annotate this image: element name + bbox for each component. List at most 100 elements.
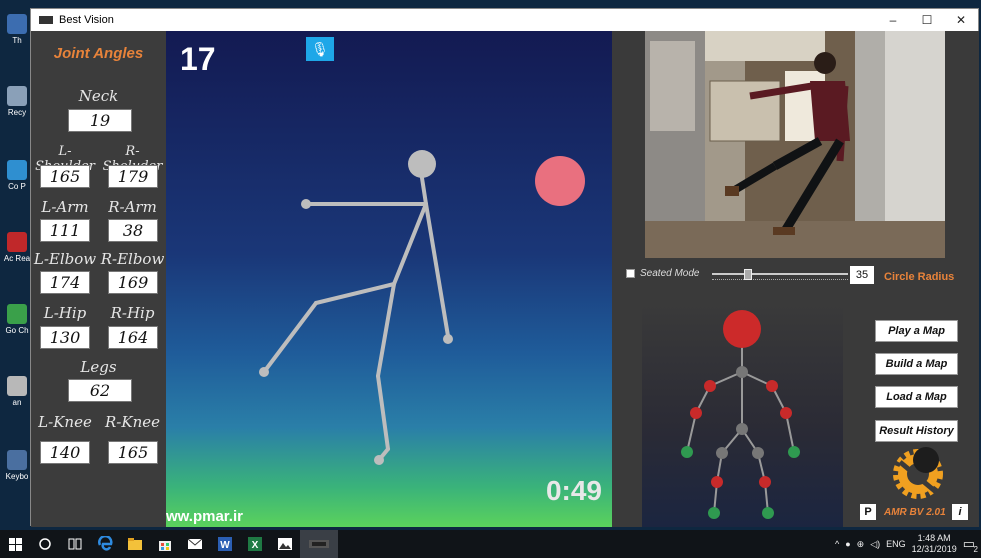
- figure-left-shin: [262, 301, 318, 374]
- desktop-icon-label: Co P: [8, 182, 26, 191]
- right-arm-label: R-Arm: [108, 198, 157, 216]
- skeleton-joint: [752, 447, 764, 459]
- left-knee-label: L-Knee: [38, 413, 92, 431]
- left-shoulder-value: 165: [40, 165, 90, 188]
- file-explorer-icon[interactable]: [120, 530, 150, 558]
- right-shoulder-value: 179: [108, 165, 158, 188]
- shortcut-icon: [7, 160, 27, 180]
- load-map-button[interactable]: Load a Map: [875, 386, 958, 408]
- skeleton-joint: [711, 476, 723, 488]
- taskbar: W X: [0, 530, 981, 558]
- store-icon[interactable]: [150, 530, 180, 558]
- skeleton-joint: [759, 476, 771, 488]
- skeleton-joint: [766, 380, 778, 392]
- notification-icon[interactable]: ▭ 2: [963, 536, 978, 554]
- app-icon: [39, 16, 53, 24]
- photos-icon[interactable]: [270, 530, 300, 558]
- skeleton-joint: [681, 446, 693, 458]
- joint-angles-panel: Joint Angles Neck 19 L-Shoulder R-Sholud…: [31, 31, 166, 527]
- desktop-icon[interactable]: Recy: [2, 86, 32, 117]
- clock[interactable]: 1:48 AM 12/31/2019: [912, 533, 957, 555]
- figure-right-arm: [424, 202, 450, 338]
- game-canvas[interactable]: 17 🎙 0:49 ww.pmar.ir: [166, 31, 612, 527]
- camera-feed: [645, 31, 945, 258]
- excel-icon[interactable]: X: [240, 530, 270, 558]
- desktop-icon[interactable]: Keybo: [2, 450, 32, 481]
- skeleton-joint: [736, 366, 748, 378]
- notification-count: 2: [973, 545, 978, 554]
- figure-left-foot: [259, 367, 269, 377]
- right-knee-label: R-Knee: [105, 413, 160, 431]
- close-button[interactable]: ✕: [944, 9, 978, 31]
- desktop-icon-label: Go Ch: [5, 326, 29, 335]
- clock-time: 1:48 AM: [917, 533, 951, 543]
- skeleton-bones: [686, 329, 795, 514]
- figure-right-hand: [443, 334, 453, 344]
- left-knee-value: 140: [40, 441, 90, 464]
- seated-mode[interactable]: Seated Mode: [626, 268, 700, 279]
- speaker-icon[interactable]: ◁): [870, 539, 880, 550]
- figure-head: [408, 150, 436, 178]
- right-knee-value: 165: [108, 441, 158, 464]
- skeleton-map-panel: [642, 303, 843, 527]
- desktop-icon[interactable]: Co P: [2, 160, 32, 191]
- circle-radius-label: Circle Radius: [884, 271, 955, 283]
- window-title: Best Vision: [59, 14, 114, 26]
- left-hip-label: L-Hip: [43, 304, 87, 322]
- desktop-icon[interactable]: Ac Rea: [2, 232, 32, 263]
- circle-radius-slider[interactable]: [712, 269, 848, 285]
- website-link[interactable]: ww.pmar.ir: [166, 508, 243, 525]
- maximize-button[interactable]: ☐: [910, 9, 944, 31]
- windows-icon[interactable]: [0, 530, 30, 558]
- word-icon[interactable]: W: [210, 530, 240, 558]
- legs-label: Legs: [80, 358, 117, 376]
- legs-value: 62: [68, 379, 132, 402]
- search-icon[interactable]: [30, 530, 60, 558]
- desktop-icon[interactable]: Th: [2, 14, 32, 45]
- desktop-icon[interactable]: an: [2, 376, 32, 407]
- left-arm-label: L-Arm: [41, 198, 89, 216]
- figure-right-thigh: [376, 282, 396, 378]
- build-map-button[interactable]: Build a Map: [875, 353, 958, 375]
- desktop-icon[interactable]: Go Ch: [2, 304, 32, 335]
- network-icon[interactable]: ⊕: [857, 539, 865, 550]
- figure-neck: [420, 176, 428, 206]
- right-hip-value: 164: [108, 326, 158, 349]
- camera-image: [645, 31, 945, 258]
- play-map-button[interactable]: Play a Map: [875, 320, 958, 342]
- figure-left-thigh: [314, 282, 396, 305]
- task-view-icon[interactable]: [60, 530, 90, 558]
- minimize-button[interactable]: –: [876, 9, 910, 31]
- acrobat-icon: [7, 232, 27, 252]
- right-arm-value: 38: [108, 219, 158, 242]
- figure-spine: [392, 202, 428, 286]
- desktop-icon-label: an: [12, 398, 22, 407]
- skeleton-joint: [780, 407, 792, 419]
- language-indicator[interactable]: ENG: [886, 539, 906, 549]
- app-icon[interactable]: [300, 530, 338, 558]
- chevron-up-icon[interactable]: ^: [835, 539, 839, 549]
- info-button[interactable]: i: [952, 504, 968, 520]
- result-history-button[interactable]: Result History: [875, 420, 958, 442]
- skeleton-joint: [716, 447, 728, 459]
- left-elbow-value: 174: [40, 271, 90, 294]
- microphone-tray-icon[interactable]: ●: [845, 539, 850, 549]
- recycle-bin-icon: [7, 86, 27, 106]
- mail-icon[interactable]: [180, 530, 210, 558]
- shortcut-icon: [7, 376, 27, 396]
- slider-track: [712, 273, 848, 275]
- version-label: AMR BV 2.01: [884, 507, 946, 518]
- left-hip-value: 130: [40, 326, 90, 349]
- p-button[interactable]: P: [860, 504, 876, 520]
- shortcut-icon: [7, 14, 27, 34]
- seated-mode-checkbox[interactable]: [626, 269, 635, 278]
- desktop-icon-label: Ac Rea: [3, 254, 31, 263]
- slider-thumb[interactable]: [744, 269, 752, 280]
- edge-icon[interactable]: [90, 530, 120, 558]
- figure-right-ankle: [374, 455, 384, 465]
- screen: Th Recy Co P Ac Rea Go Ch an Keybo Best …: [0, 0, 981, 558]
- circle-radius-value[interactable]: 35: [850, 266, 874, 284]
- right-panel: Seated Mode 35 Circle Radius Play a Map …: [612, 31, 979, 527]
- title-bar[interactable]: Best Vision – ☐ ✕: [31, 9, 978, 31]
- timer: 0:49: [545, 475, 602, 506]
